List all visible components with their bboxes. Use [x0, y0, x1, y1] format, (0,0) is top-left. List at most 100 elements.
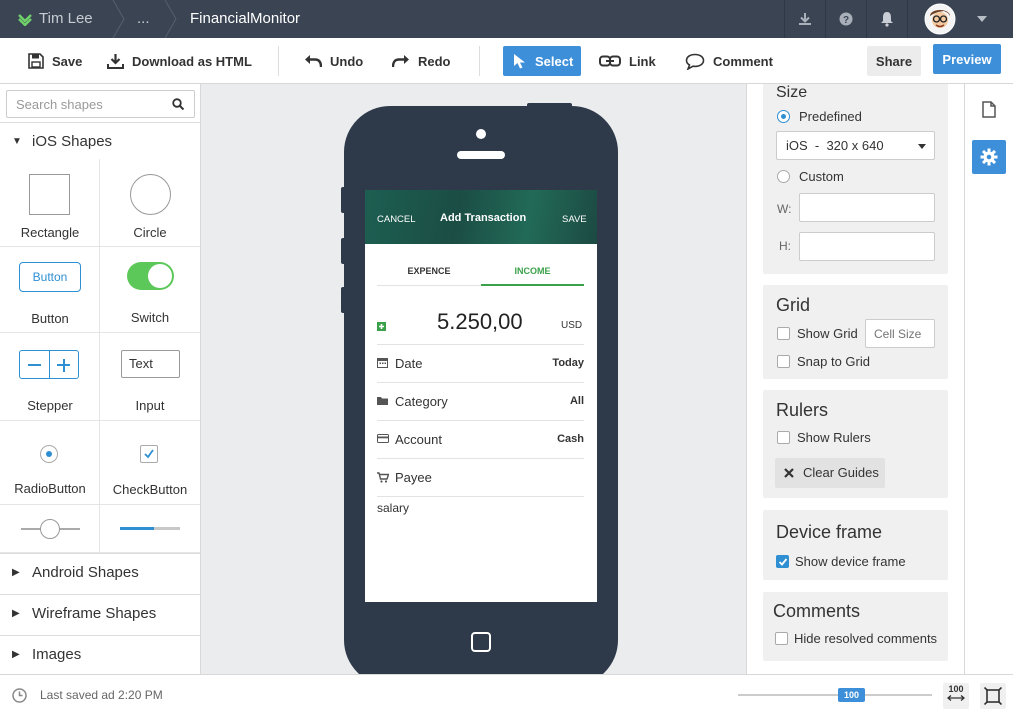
- caret-right-icon: ▶: [12, 567, 20, 578]
- bell-icon[interactable]: [866, 0, 906, 38]
- caret-down-icon[interactable]: [977, 16, 987, 22]
- device-size-select[interactable]: iOS - 320 x 640: [776, 131, 935, 160]
- select-tool-button[interactable]: Select: [503, 46, 581, 76]
- last-saved-text: Last saved ad 2:20 PM: [40, 688, 163, 702]
- horizontal-arrows-icon: [947, 695, 965, 701]
- caret-right-icon: ▶: [12, 608, 20, 619]
- show-device-frame-checkbox[interactable]: [776, 555, 789, 568]
- caret-right-icon: ▶: [12, 649, 20, 660]
- note-text[interactable]: salary: [377, 501, 409, 515]
- search-icon[interactable]: [172, 98, 184, 110]
- fit-to-screen-button[interactable]: [980, 683, 1006, 709]
- breadcrumb-ellipsis[interactable]: ...: [137, 0, 150, 38]
- floppy-icon: [28, 53, 44, 69]
- shape-rectangle[interactable]: Rectangle: [0, 159, 100, 247]
- clear-guides-button[interactable]: Clear Guides: [775, 458, 885, 488]
- screen-title: Add Transaction: [440, 212, 527, 224]
- credit-card-icon: [377, 434, 389, 443]
- currency-label: USD: [561, 320, 583, 331]
- save-action-button[interactable]: SAVE: [562, 214, 587, 225]
- device-frame-title: Device frame: [776, 522, 883, 542]
- redo-icon: [392, 55, 409, 68]
- row-value: All: [569, 395, 584, 407]
- height-input[interactable]: [799, 232, 935, 261]
- canvas[interactable]: CANCEL Add Transaction SAVE EXPENCE INCO…: [201, 84, 746, 686]
- cell-size-input[interactable]: [865, 319, 935, 348]
- undo-button[interactable]: Undo: [304, 46, 363, 76]
- svg-text:?: ?: [842, 15, 848, 26]
- user-menu[interactable]: [907, 0, 1013, 38]
- ios-shapes-section[interactable]: ▼ iOS Shapes: [0, 122, 200, 160]
- comment-tool-button[interactable]: Comment: [685, 46, 773, 76]
- help-icon[interactable]: ?: [825, 0, 865, 38]
- show-grid-checkbox[interactable]: [777, 327, 790, 340]
- settings-tab[interactable]: [972, 140, 1006, 174]
- cancel-button[interactable]: CANCEL: [377, 214, 416, 225]
- zoom-reset-label: 100: [948, 684, 964, 694]
- shape-progress[interactable]: [100, 505, 200, 553]
- phone-frame[interactable]: CANCEL Add Transaction SAVE EXPENCE INCO…: [344, 106, 618, 686]
- search-shapes-input[interactable]: [6, 90, 195, 118]
- tab-expense[interactable]: EXPENCE: [377, 256, 481, 286]
- share-button[interactable]: Share: [867, 46, 921, 76]
- hide-resolved-checkbox[interactable]: [775, 632, 788, 645]
- rulers-title: Rulers: [776, 400, 829, 420]
- comments-title: Comments: [773, 601, 861, 621]
- shape-button[interactable]: Button Button: [0, 247, 100, 333]
- breadcrumb-user[interactable]: Tim Lee: [39, 0, 93, 38]
- custom-radio[interactable]: [777, 170, 790, 183]
- logo-icon[interactable]: [18, 12, 32, 27]
- link-tool-button[interactable]: Link: [599, 46, 656, 76]
- shape-switch[interactable]: Switch: [100, 247, 200, 333]
- page-properties-tab[interactable]: [972, 92, 1006, 126]
- share-label: Share: [875, 53, 913, 69]
- shapes-panel: ▼ iOS Shapes Rectangle Circle Button But…: [0, 84, 201, 674]
- circle-icon: [130, 174, 171, 215]
- project-title: FinancialMonitor: [190, 10, 301, 27]
- shape-radiobutton[interactable]: RadioButton: [0, 421, 100, 505]
- amount-row[interactable]: 5.250,00 USD: [377, 309, 584, 345]
- predefined-radio[interactable]: [777, 110, 790, 123]
- clock-icon: [12, 688, 27, 703]
- download-icon[interactable]: [784, 0, 824, 38]
- input-preview: Text: [121, 350, 180, 378]
- phone-screen: CANCEL Add Transaction SAVE EXPENCE INCO…: [365, 190, 597, 602]
- undo-icon: [305, 55, 322, 68]
- save-button[interactable]: Save: [28, 46, 82, 76]
- shape-label: Input: [135, 398, 165, 413]
- radio-icon: [40, 445, 58, 463]
- show-rulers-checkbox[interactable]: [777, 431, 790, 444]
- breadcrumb-separator: [112, 0, 125, 38]
- wireframe-shapes-section[interactable]: ▶ Wireframe Shapes: [0, 594, 200, 632]
- status-bar: Last saved ad 2:20 PM 100 100: [0, 674, 1013, 714]
- redo-button[interactable]: Redo: [392, 46, 451, 76]
- images-section[interactable]: ▶ Images: [0, 635, 200, 673]
- zoom-slider-thumb[interactable]: 100: [838, 688, 865, 702]
- android-shapes-section[interactable]: ▶ Android Shapes: [0, 553, 200, 591]
- zoom-reset-button[interactable]: 100: [943, 683, 969, 709]
- date-row[interactable]: Date Today: [377, 345, 584, 383]
- preview-button[interactable]: Preview: [933, 44, 1001, 74]
- width-input[interactable]: [799, 193, 935, 222]
- download-html-button[interactable]: Download as HTML: [107, 46, 252, 76]
- payee-row[interactable]: Payee: [377, 459, 584, 497]
- custom-label: Custom: [799, 169, 844, 184]
- shape-circle[interactable]: Circle: [100, 159, 200, 247]
- section-label: Images: [32, 646, 82, 663]
- tab-income[interactable]: INCOME: [481, 256, 584, 286]
- shape-checkbutton[interactable]: CheckButton: [100, 421, 200, 505]
- shape-label: CheckButton: [112, 482, 188, 497]
- slider-thumb: [40, 519, 60, 539]
- account-row[interactable]: Account Cash: [377, 421, 584, 459]
- shape-input[interactable]: Text Input: [100, 333, 200, 421]
- category-row[interactable]: Category All: [377, 383, 584, 421]
- shape-slider[interactable]: [0, 505, 100, 553]
- cart-icon: [377, 472, 389, 483]
- avatar[interactable]: [924, 3, 956, 35]
- snap-to-grid-checkbox[interactable]: [777, 355, 790, 368]
- row-value: Cash: [557, 433, 584, 445]
- zoom-slider[interactable]: [738, 694, 932, 696]
- link-label: Link: [629, 53, 656, 69]
- row-label: Payee: [395, 470, 432, 485]
- shape-stepper[interactable]: Stepper: [0, 333, 100, 421]
